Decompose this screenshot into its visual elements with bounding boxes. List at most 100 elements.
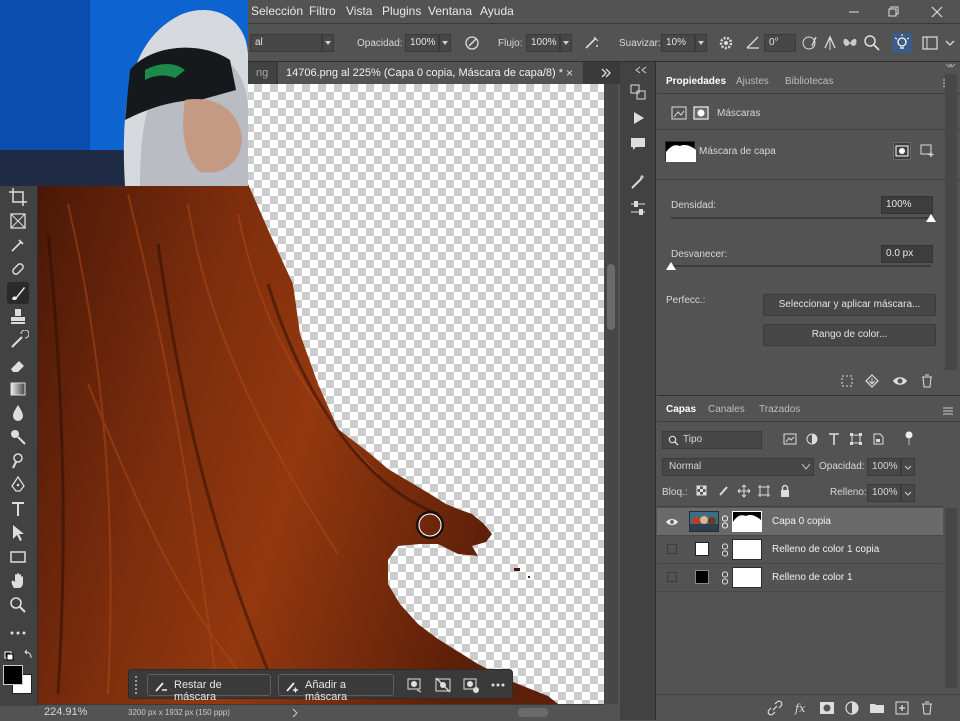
density-slider-thumb[interactable]	[926, 214, 936, 222]
properties-scrollbar[interactable]	[945, 74, 957, 370]
brush-settings-icon[interactable]	[628, 172, 648, 192]
disable-mask-icon[interactable]	[434, 676, 452, 694]
scrollbar-thumb[interactable]	[607, 264, 615, 330]
drag-handle-icon[interactable]	[133, 674, 139, 694]
adjustments-sliders-icon[interactable]	[628, 198, 648, 218]
fill-color-thumbnail[interactable]	[689, 567, 711, 588]
layer-mask-link-icon[interactable]	[721, 515, 729, 529]
menu-seleccion[interactable]: Selección	[251, 4, 303, 18]
tab-canales[interactable]: Canales	[708, 404, 745, 415]
eraser-tool-icon[interactable]	[7, 354, 29, 376]
select-pixel-mask-icon[interactable]	[893, 142, 911, 160]
frame-tool-icon[interactable]	[7, 210, 29, 232]
add-to-mask-button[interactable]: Añadir a máscara	[278, 674, 394, 703]
fill-color-thumbnail[interactable]	[689, 539, 711, 560]
layer-mask-thumbnail[interactable]	[732, 539, 762, 560]
lock-artboard-icon[interactable]	[757, 484, 771, 498]
group-folder-icon[interactable]	[869, 700, 885, 716]
lock-position-icon[interactable]	[737, 484, 751, 498]
feather-input[interactable]: 0.0 px	[881, 245, 933, 263]
tab-previous-document[interactable]: ng	[248, 62, 276, 84]
eyedropper-tool-icon[interactable]	[7, 234, 29, 256]
color-range-button[interactable]: Rango de color...	[763, 324, 936, 346]
crop-tool-icon[interactable]	[7, 186, 29, 208]
tab-bibliotecas[interactable]: Bibliotecas	[785, 76, 833, 87]
filter-type-icon[interactable]	[827, 432, 841, 446]
invert-mask-icon[interactable]	[462, 676, 480, 694]
menu-ayuda[interactable]: Ayuda	[480, 4, 514, 18]
filter-toggle-icon[interactable]	[903, 430, 915, 446]
filter-smart-object-icon[interactable]	[871, 432, 885, 446]
dodge-tool-icon[interactable]	[7, 426, 29, 448]
layer-mask-thumbnail[interactable]	[732, 567, 762, 588]
more-options-icon[interactable]	[489, 676, 507, 694]
feather-slider-thumb[interactable]	[666, 262, 676, 270]
layer-mask-link-icon[interactable]	[721, 543, 729, 557]
fill-input[interactable]: 100%	[867, 484, 901, 502]
history-brush-tool-icon[interactable]	[7, 330, 29, 352]
pen-tool-icon[interactable]	[7, 474, 29, 496]
menu-ventana[interactable]: Ventana	[428, 4, 472, 18]
butterfly-icon[interactable]	[840, 33, 860, 53]
menu-vista[interactable]: Vista	[346, 4, 372, 18]
pressure-opacity-icon[interactable]	[462, 33, 482, 53]
flow-dropdown-icon[interactable]	[560, 34, 572, 52]
opacity-input[interactable]: 100%	[405, 34, 439, 52]
horizontal-scrollbar-thumb[interactable]	[518, 708, 548, 717]
density-input[interactable]: 100%	[881, 196, 933, 214]
filter-adjustment-icon[interactable]	[805, 432, 819, 446]
select-and-mask-button[interactable]: Seleccionar y aplicar máscara...	[763, 294, 936, 316]
close-window-icon[interactable]	[928, 3, 946, 21]
layers-menu-icon[interactable]	[941, 405, 955, 417]
zoom-level[interactable]: 224.91%	[44, 706, 87, 718]
adjustment-layer-icon[interactable]	[844, 700, 860, 716]
rectangle-tool-icon[interactable]	[7, 546, 29, 568]
layer-row-relleno-color-1-copia[interactable]: Relleno de color 1 copia	[657, 536, 943, 564]
trash-icon[interactable]	[919, 373, 935, 389]
add-vector-mask-icon[interactable]	[919, 142, 937, 160]
tab-trazados[interactable]: Trazados	[759, 404, 800, 415]
history-panel-icon[interactable]	[628, 82, 648, 102]
tab-active-document[interactable]: 14706.png al 225% (Capa 0 copia, Máscara…	[278, 62, 583, 84]
chevron-down-icon[interactable]	[940, 33, 960, 53]
gradient-tool-icon[interactable]	[7, 378, 29, 400]
restore-icon[interactable]	[884, 3, 902, 21]
lock-all-icon[interactable]	[778, 484, 792, 498]
apply-mask-icon[interactable]	[864, 373, 880, 389]
layer-mask-link-icon[interactable]	[721, 571, 729, 585]
tab-capas[interactable]: Capas	[666, 404, 696, 415]
angle-input[interactable]: 0°	[764, 34, 796, 52]
tab-ajustes[interactable]: Ajustes	[736, 76, 769, 87]
layer-row-relleno-color-1[interactable]: Relleno de color 1	[657, 564, 943, 592]
tab-close-icon[interactable]: ×	[566, 66, 573, 80]
feather-slider[interactable]	[671, 265, 931, 267]
mask-thumbnail[interactable]	[665, 141, 696, 162]
blur-tool-icon[interactable]	[7, 402, 29, 424]
blend-mode-dropdown[interactable]: Normal	[662, 458, 814, 476]
pixel-mask-icon[interactable]	[671, 106, 687, 120]
layer-row-capa-0-copia[interactable]: Capa 0 copia	[657, 508, 943, 536]
hand-tool-icon[interactable]	[7, 570, 29, 592]
search-icon[interactable]	[862, 33, 882, 53]
path-selection-tool-icon[interactable]	[7, 522, 29, 544]
actions-play-icon[interactable]	[628, 108, 648, 128]
flow-input[interactable]: 100%	[526, 34, 560, 52]
comments-icon[interactable]	[628, 134, 648, 154]
more-tools-icon[interactable]	[7, 622, 29, 644]
status-expand-icon[interactable]	[290, 707, 300, 719]
layers-scrollbar[interactable]	[945, 508, 957, 688]
add-mask-icon[interactable]	[819, 700, 835, 716]
fill-dropdown-icon[interactable]	[901, 484, 915, 502]
blend-mode-select[interactable]: al	[250, 34, 322, 52]
filter-shape-icon[interactable]	[849, 432, 863, 446]
smoothing-dropdown-icon[interactable]	[695, 34, 707, 52]
eye-icon[interactable]	[891, 373, 909, 389]
layer-visibility-toggle[interactable]	[667, 572, 677, 582]
layer-filter-select[interactable]: Tipo	[662, 431, 762, 449]
minimize-icon[interactable]	[845, 3, 863, 21]
mask-selected-icon[interactable]	[693, 106, 709, 120]
tab-propiedades[interactable]: Propiedades	[666, 76, 726, 87]
opacity-dropdown-icon[interactable]	[439, 34, 451, 52]
workspace-icon[interactable]	[920, 33, 940, 53]
tab-overflow-icon[interactable]	[598, 65, 614, 81]
